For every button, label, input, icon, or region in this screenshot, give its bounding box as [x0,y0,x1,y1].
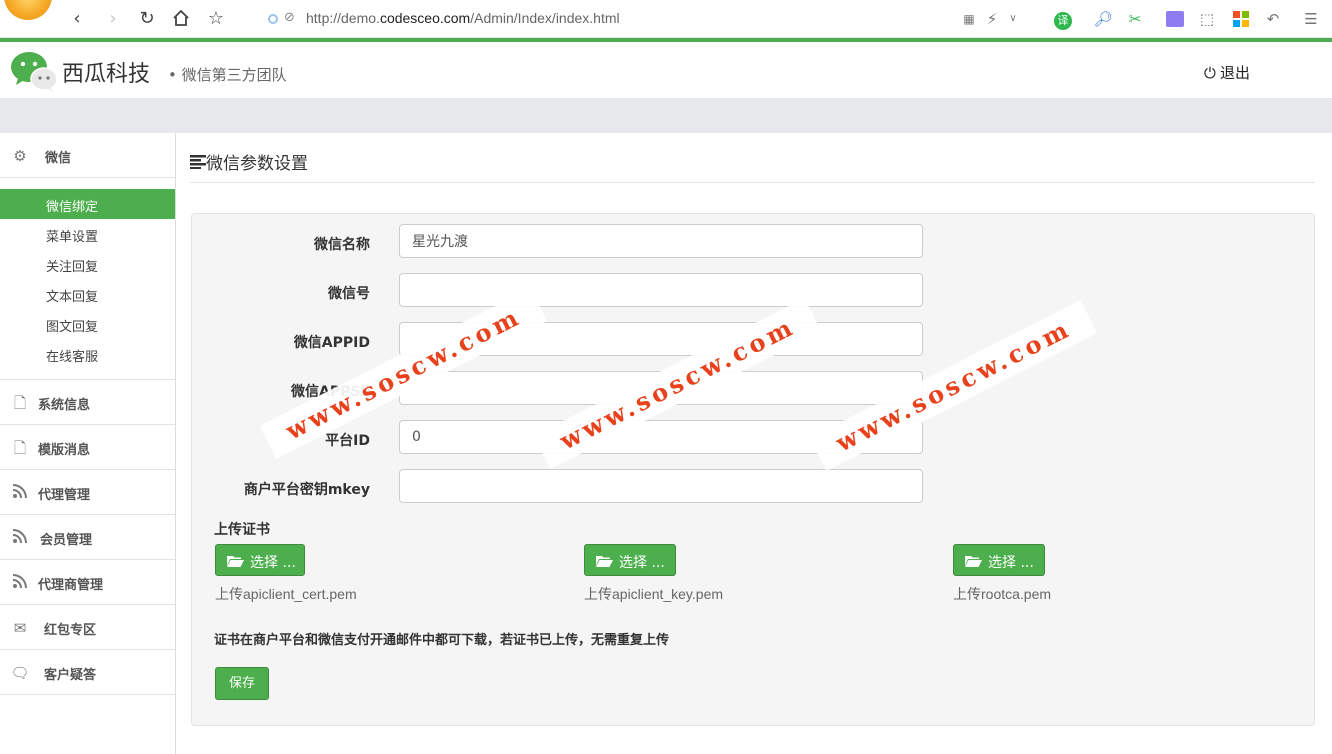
rss-icon [10,574,30,592]
sidebar-group-label: 代理商管理 [38,578,104,593]
address-bar[interactable]: ⊘ http://demo.codesceo.com/Admin/Index/i… [262,7,1022,31]
sidebar-group-label: 客户疑答 [44,668,97,683]
sidebar-item-online-service[interactable]: 在线客服 [0,339,175,369]
sidebar-group-wechat[interactable]: ⚙ 微信 [0,133,175,178]
button-label: 选择 ... [988,555,1034,571]
mkey-input[interactable] [399,469,923,503]
sidebar-item-news-reply[interactable]: 图文回复 [0,309,175,339]
sidebar-group-red-packet[interactable]: ✉ 红包专区 [0,605,175,650]
sidebar-group-label: 代理管理 [38,488,91,503]
comments-icon: 🗨︎ [10,664,30,682]
brand-title: 西瓜科技 [62,62,151,87]
field-label-appid: 微信APPID [293,335,370,351]
sidebar-item-menu-settings[interactable]: 菜单设置 [0,219,175,249]
power-icon: ⏻ [1204,64,1216,82]
sidebar-group-template-msg[interactable]: 🗋︎ 模版消息 [0,425,175,470]
translate-icon[interactable]: 译 [1052,8,1074,30]
sidebar-group-system-info[interactable]: 🗋︎ 系统信息 [0,380,175,425]
settings-form: 微信名称 微信号 微信APPID 微信APPSE 平台ID 商户平台密钥mkey… [191,213,1315,726]
search-person-icon[interactable]: 🔎︎ [1092,8,1114,30]
upload-hint-rootca: 上传rootca.pem [953,586,1052,602]
brand-subtitle: • 微信第三方团队 [168,66,287,84]
chevron-down-icon[interactable]: ∨ [1006,8,1020,30]
site-header: 西瓜科技 • 微信第三方团队 ⏻ 退出 [0,42,1332,98]
apps-grid-icon[interactable] [1230,8,1252,30]
browser-toolbar: ‹ › ↻ ☆ ⊘ http://demo.codesceo.com/Admin… [0,0,1332,38]
choose-cert-button[interactable]: 选择 ... [215,544,305,576]
qr-code-icon[interactable]: ▦ [960,8,978,30]
field-label-mkey: 商户平台密钥mkey [243,482,370,498]
insecure-icon: ⊘ [284,10,295,25]
upload-hint-key: 上传apiclient_key.pem [584,586,724,602]
field-label-wechat-id: 微信号 [328,286,370,302]
file-icon: 🗋︎ [13,439,27,457]
sidebar-group-member-mgmt[interactable]: 会员管理 [0,515,175,560]
sidebar-item-label: 文本回复 [46,290,99,305]
save-button[interactable]: 保存 [215,667,269,700]
sidebar-group-dealer-mgmt[interactable]: 代理商管理 [0,560,175,605]
sidebar: ⚙ 微信 微信绑定 菜单设置 关注回复 文本回复 图文回复 在线客服 🗋︎ 系统… [0,133,176,754]
reload-icon[interactable]: ↻ [136,8,158,30]
folder-open-icon [965,556,982,567]
sidebar-group-customer-qa[interactable]: 🗨︎ 客户疑答 [0,650,175,695]
rss-icon [10,529,30,547]
certificate-note: 证书在商户平台和微信支付开通邮件中都可下载，若证书已上传，无需重复上传 [214,633,670,648]
sidebar-group-label: 会员管理 [40,533,93,548]
wechat-id-input[interactable] [399,273,923,307]
main-content: 微信参数设置 微信名称 微信号 微信APPID 微信APPSE 平台ID 商户平… [176,133,1332,754]
browser-profile-avatar[interactable] [4,0,52,20]
upload-hint-cert: 上传apiclient_cert.pem [215,586,357,602]
title-divider [190,182,1315,183]
home-icon[interactable] [170,8,192,30]
forward-icon[interactable]: › [102,8,124,30]
choose-rootca-button[interactable]: 选择 ... [953,544,1045,576]
envelope-icon: ✉ [13,619,27,637]
button-label: 选择 ... [619,555,665,571]
folder-open-icon [596,556,613,567]
menu-icon[interactable]: ☰ [1300,8,1322,30]
sidebar-item-label: 在线客服 [46,350,99,365]
sidebar-item-label: 图文回复 [46,320,99,335]
sidebar-group-label: 红包专区 [44,623,97,638]
sidebar-item-label: 菜单设置 [46,230,99,245]
file-icon: 🗋︎ [13,394,27,412]
upload-section-title: 上传证书 [214,522,270,538]
button-label: 选择 ... [250,555,296,571]
scissors-icon[interactable]: ✂ [1124,8,1146,30]
sidebar-item-label: 关注回复 [46,260,99,275]
screenshot-icon[interactable]: ⬚ [1196,8,1218,30]
sidebar-group-label: 模版消息 [38,443,91,458]
sidebar-item-text-reply[interactable]: 文本回复 [0,279,175,309]
list-icon [190,154,206,174]
page-info-icon[interactable] [268,14,278,24]
sidebar-group-label: 微信 [45,151,72,166]
back-icon[interactable]: ‹ [66,8,88,30]
choose-key-button[interactable]: 选择 ... [584,544,676,576]
url-text[interactable]: http://demo.codesceo.com/Admin/Index/ind… [306,10,620,26]
page-title: 微信参数设置 [190,149,308,174]
lightning-icon[interactable]: ⚡ [984,8,1000,30]
undo-icon[interactable]: ↶ [1262,8,1284,30]
wechat-logo-icon [11,52,58,92]
logout-button[interactable]: ⏻ 退出 [1204,62,1250,83]
sidebar-panel-icon[interactable] [1164,8,1186,30]
sidebar-group-agent-mgmt[interactable]: 代理管理 [0,470,175,515]
sidebar-item-wechat-binding[interactable]: 微信绑定 [0,189,175,219]
field-label-wechat-name: 微信名称 [314,237,370,253]
rss-icon [10,484,30,502]
gears-icon: ⚙ [13,147,27,165]
sidebar-group-label: 系统信息 [38,398,91,413]
sidebar-item-follow-reply[interactable]: 关注回复 [0,249,175,279]
folder-open-icon [227,556,244,567]
sidebar-item-label: 微信绑定 [46,200,99,215]
bookmark-star-icon[interactable]: ☆ [205,8,227,30]
wechat-name-input[interactable] [399,224,923,258]
header-strip [0,98,1332,133]
